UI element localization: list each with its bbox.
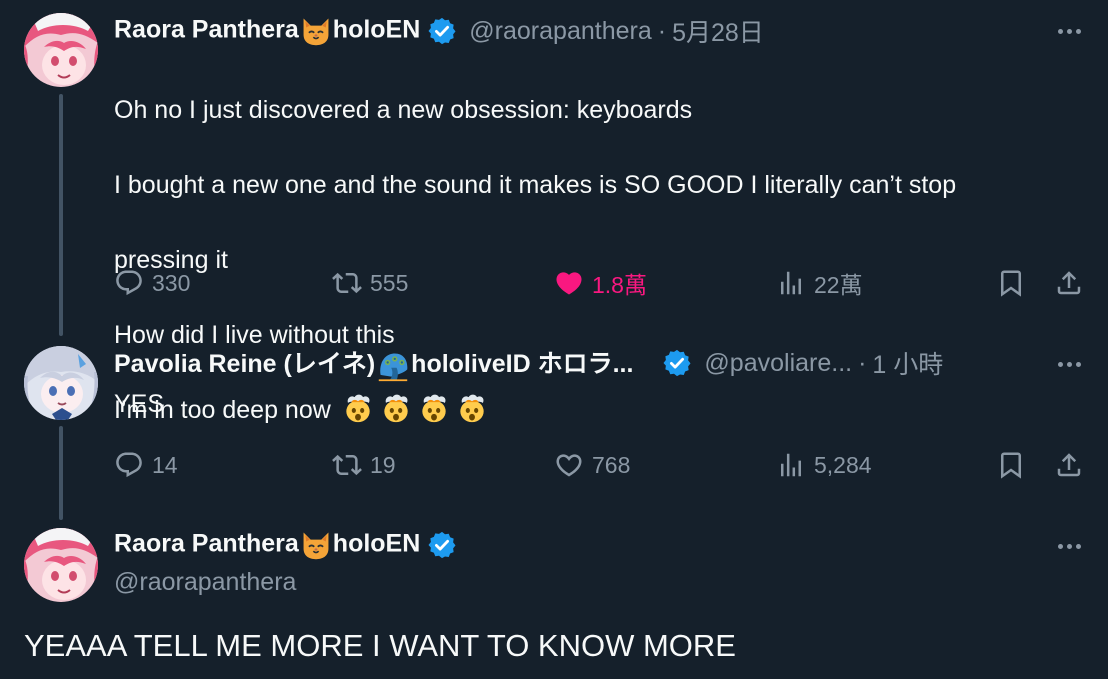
share-icon [1057,453,1081,477]
exploding-head-emoji-icon [422,394,446,422]
views-button[interactable]: 5,284 [776,445,872,485]
verified-icon [428,17,456,45]
reply-button[interactable]: 330 [114,263,190,303]
reply-button[interactable]: 14 [114,445,178,485]
retweet-button[interactable]: 555 [332,263,408,303]
share-button[interactable] [1054,445,1092,485]
tweet-text: Oh no I just discovered a new obsession:… [114,54,1094,467]
separator: · [657,16,667,45]
tweet-text-line: I bought a new one and the sound it make… [114,170,957,199]
cat-emoji-icon [303,532,329,560]
thread-line [59,94,63,336]
tweet-header: Raora Panthera holoEN [114,528,457,562]
tweet-text-line: I’m in too deep now [114,392,1094,430]
exploding-head-emoji-icon [346,394,370,422]
exploding-head-emoji-icon [384,394,408,422]
peacock-emoji-icon [378,353,408,381]
tweet-text: YEAAA TELL ME MORE I WANT TO KNOW MORE [24,628,736,663]
reply-count: 330 [152,269,191,296]
share-icon [1057,271,1081,295]
display-name-part: Raora Panthera [114,15,299,44]
retweet-button[interactable]: 19 [332,445,396,485]
display-name-part: holoEN [332,15,421,44]
tweet-actions: 14 19 768 5,284 [114,445,1094,485]
retweet-icon [332,272,362,294]
tweet-header: Raora Panthera holoEN @raorapanthera · 5… [114,14,764,48]
user-handle[interactable]: @raorapanthera [469,17,651,46]
more-icon[interactable] [1054,16,1084,46]
tweet-actions: 330 555 1.8萬 22萬 [114,263,1094,303]
views-icon [781,271,801,295]
avatar[interactable] [24,528,98,602]
display-name[interactable]: Raora Panthera holoEN [114,529,420,561]
tweet-header: Pavolia Reine (レイネ) hololiveID ホロラ... @p… [114,344,943,381]
bookmark-icon [1001,452,1021,479]
cat-emoji-icon [303,18,329,46]
retweet-icon [332,454,362,476]
verified-icon [428,531,456,559]
user-handle[interactable]: @raorapanthera [114,568,296,597]
like-count: 1.8萬 [592,272,647,298]
tweet-thread: Raora Panthera holoEN @raorapanthera · 5… [0,0,1108,679]
like-button[interactable]: 768 [554,445,630,485]
avatar[interactable] [24,346,98,420]
like-button[interactable]: 1.8萬 [554,263,647,303]
avatar[interactable] [24,13,98,87]
retweet-count: 19 [370,451,396,478]
tweet-time[interactable]: 5月28日 [672,13,764,49]
bookmark-button[interactable] [996,263,1034,303]
more-icon[interactable] [1054,349,1084,379]
display-name-part: holoEN [332,529,421,558]
views-icon [781,453,801,477]
thread-line [59,426,63,520]
display-name[interactable]: Raora Panthera holoEN [114,15,420,47]
views-count: 22萬 [814,272,863,298]
like-icon [556,272,582,295]
exploding-head-emoji-icon [460,394,484,422]
verified-icon [663,349,691,377]
like-count: 768 [592,451,631,478]
tweet-text-line: Oh no I just discovered a new obsession:… [114,95,693,124]
reply-icon [116,452,142,478]
user-handle[interactable]: @pavoliare... [704,349,852,378]
reply-count: 14 [152,451,178,478]
display-name-part: Pavolia Reine (レイネ) [114,350,376,379]
tweet-text: YES [114,390,165,418]
display-name-part: Raora Panthera [114,529,299,558]
separator: · [858,348,867,377]
display-name-part: hololiveID ホロラ... [411,350,634,379]
display-name[interactable]: Pavolia Reine (レイネ) hololiveID ホロラ... [114,344,633,381]
bookmark-button[interactable] [996,445,1034,485]
views-button[interactable]: 22萬 [776,263,863,303]
reply-icon [116,270,142,296]
views-count: 5,284 [814,451,872,478]
more-icon[interactable] [1054,531,1084,561]
retweet-count: 555 [370,269,409,296]
like-icon [556,454,582,477]
share-button[interactable] [1054,263,1092,303]
tweet-time[interactable]: 1 小時 [872,345,943,381]
bookmark-icon [1001,270,1021,297]
